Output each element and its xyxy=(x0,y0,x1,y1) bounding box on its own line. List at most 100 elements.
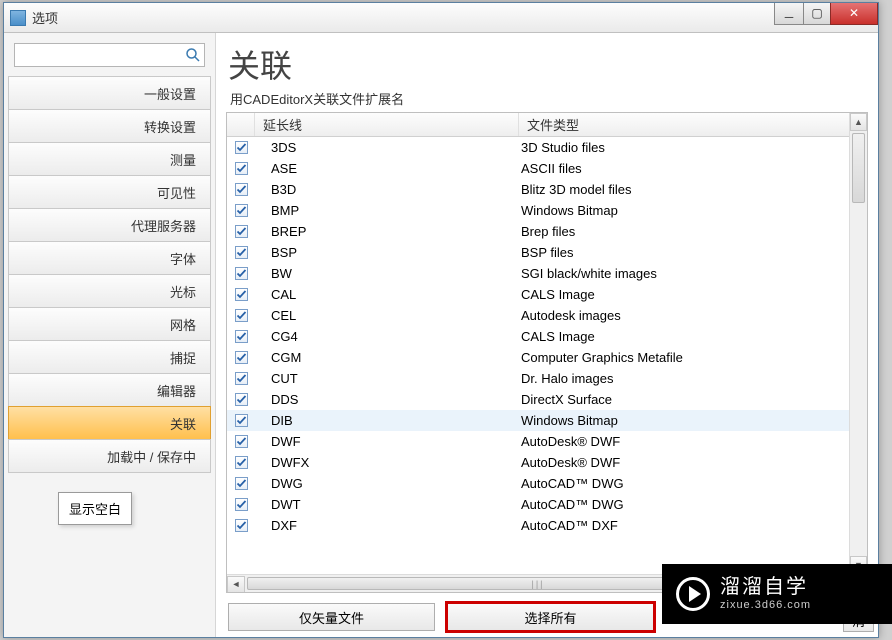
table-row[interactable]: BMPWindows Bitmap xyxy=(227,200,849,221)
table-row[interactable]: BSPBSP files xyxy=(227,242,849,263)
table-row[interactable]: CG4CALS Image xyxy=(227,326,849,347)
row-checkbox-cell[interactable] xyxy=(227,351,255,364)
sidebar: 一般设置转换设置测量可见性代理服务器字体光标网格捕捉编辑器关联加载中 / 保存中 xyxy=(4,33,216,637)
sidebar-item-11[interactable]: 加载中 / 保存中 xyxy=(8,439,211,473)
scroll-left-arrow-icon[interactable]: ◄ xyxy=(227,576,245,593)
checkbox[interactable] xyxy=(235,309,248,322)
row-checkbox-cell[interactable] xyxy=(227,498,255,511)
table-row[interactable]: CUTDr. Halo images xyxy=(227,368,849,389)
row-checkbox-cell[interactable] xyxy=(227,372,255,385)
checkbox[interactable] xyxy=(235,414,248,427)
sidebar-item-8[interactable]: 捕捉 xyxy=(8,340,211,374)
checkbox[interactable] xyxy=(235,477,248,490)
row-checkbox-cell[interactable] xyxy=(227,267,255,280)
row-checkbox-cell[interactable] xyxy=(227,435,255,448)
checkbox[interactable] xyxy=(235,183,248,196)
sidebar-item-9[interactable]: 编辑器 xyxy=(8,373,211,407)
table-row[interactable]: CELAutodesk images xyxy=(227,305,849,326)
row-ext: 3DS xyxy=(255,140,519,155)
table-row[interactable]: DWFAutoDesk® DWF xyxy=(227,431,849,452)
sidebar-item-0[interactable]: 一般设置 xyxy=(8,76,211,110)
row-checkbox-cell[interactable] xyxy=(227,477,255,490)
row-ext: DIB xyxy=(255,413,519,428)
table-row[interactable]: CGMComputer Graphics Metafile xyxy=(227,347,849,368)
sidebar-item-10[interactable]: 关联 xyxy=(8,406,211,440)
minimize-button[interactable]: ─ xyxy=(774,3,804,25)
scroll-thumb[interactable] xyxy=(852,133,865,203)
row-checkbox-cell[interactable] xyxy=(227,246,255,259)
row-ext: BW xyxy=(255,266,519,281)
sidebar-item-5[interactable]: 字体 xyxy=(8,241,211,275)
sidebar-item-1[interactable]: 转换设置 xyxy=(8,109,211,143)
row-checkbox-cell[interactable] xyxy=(227,183,255,196)
col-extension[interactable]: 延长线 xyxy=(255,113,519,136)
table-row[interactable]: CALCALS Image xyxy=(227,284,849,305)
row-checkbox-cell[interactable] xyxy=(227,162,255,175)
sidebar-item-4[interactable]: 代理服务器 xyxy=(8,208,211,242)
search-input[interactable] xyxy=(14,43,205,67)
close-button[interactable]: ✕ xyxy=(830,3,878,25)
row-checkbox-cell[interactable] xyxy=(227,519,255,532)
sidebar-item-2[interactable]: 测量 xyxy=(8,142,211,176)
search-icon[interactable] xyxy=(185,47,201,63)
sidebar-item-7[interactable]: 网格 xyxy=(8,307,211,341)
col-filetype[interactable]: 文件类型 xyxy=(519,113,867,136)
table-row[interactable]: DWGAutoCAD™ DWG xyxy=(227,473,849,494)
row-type: Windows Bitmap xyxy=(519,203,849,218)
table-body: 3DS3D Studio filesASEASCII filesB3DBlitz… xyxy=(227,137,849,574)
table-row[interactable]: BWSGI black/white images xyxy=(227,263,849,284)
table-row[interactable]: DWFXAutoDesk® DWF xyxy=(227,452,849,473)
table-row[interactable]: BREPBrep files xyxy=(227,221,849,242)
checkbox[interactable] xyxy=(235,330,248,343)
row-checkbox-cell[interactable] xyxy=(227,225,255,238)
scroll-track[interactable] xyxy=(850,131,867,556)
watermark-text: 溜溜自学 zixue.3d66.com xyxy=(720,575,811,612)
col-checkbox[interactable] xyxy=(227,113,255,136)
row-checkbox-cell[interactable] xyxy=(227,309,255,322)
table-header: 延长线 文件类型 xyxy=(227,113,867,137)
checkbox[interactable] xyxy=(235,204,248,217)
sidebar-item-6[interactable]: 光标 xyxy=(8,274,211,308)
checkbox[interactable] xyxy=(235,267,248,280)
scroll-up-arrow-icon[interactable]: ▲ xyxy=(850,113,867,131)
sidebar-item-3[interactable]: 可见性 xyxy=(8,175,211,209)
checkbox[interactable] xyxy=(235,372,248,385)
row-checkbox-cell[interactable] xyxy=(227,393,255,406)
table-row[interactable]: DXFAutoCAD™ DXF xyxy=(227,515,849,536)
checkbox[interactable] xyxy=(235,162,248,175)
titlebar[interactable]: 选项 ─ ▢ ✕ xyxy=(4,3,878,33)
table-row[interactable]: ASEASCII files xyxy=(227,158,849,179)
table-row[interactable]: B3DBlitz 3D model files xyxy=(227,179,849,200)
row-type: Brep files xyxy=(519,224,849,239)
checkbox[interactable] xyxy=(235,225,248,238)
window-buttons: ─ ▢ ✕ xyxy=(775,3,878,25)
row-checkbox-cell[interactable] xyxy=(227,204,255,217)
table-row[interactable]: DWTAutoCAD™ DWG xyxy=(227,494,849,515)
checkbox[interactable] xyxy=(235,393,248,406)
checkbox[interactable] xyxy=(235,498,248,511)
row-ext: CEL xyxy=(255,308,519,323)
checkbox[interactable] xyxy=(235,435,248,448)
row-type: AutoCAD™ DWG xyxy=(519,476,849,491)
row-checkbox-cell[interactable] xyxy=(227,414,255,427)
checkbox[interactable] xyxy=(235,288,248,301)
watermark-title: 溜溜自学 xyxy=(720,575,811,599)
checkbox[interactable] xyxy=(235,246,248,259)
checkbox[interactable] xyxy=(235,519,248,532)
table-row[interactable]: DIBWindows Bitmap xyxy=(227,410,849,431)
checkbox[interactable] xyxy=(235,351,248,364)
row-checkbox-cell[interactable] xyxy=(227,288,255,301)
row-checkbox-cell[interactable] xyxy=(227,456,255,469)
table-row[interactable]: DDSDirectX Surface xyxy=(227,389,849,410)
row-checkbox-cell[interactable] xyxy=(227,141,255,154)
checkbox[interactable] xyxy=(235,141,248,154)
select-all-button[interactable]: 选择所有 xyxy=(447,603,654,631)
row-ext: CG4 xyxy=(255,329,519,344)
row-ext: DXF xyxy=(255,518,519,533)
checkbox[interactable] xyxy=(235,456,248,469)
vector-only-button[interactable]: 仅矢量文件 xyxy=(228,603,435,631)
maximize-button[interactable]: ▢ xyxy=(803,3,831,25)
vertical-scrollbar[interactable]: ▲ ▼ xyxy=(849,113,867,574)
table-row[interactable]: 3DS3D Studio files xyxy=(227,137,849,158)
row-checkbox-cell[interactable] xyxy=(227,330,255,343)
